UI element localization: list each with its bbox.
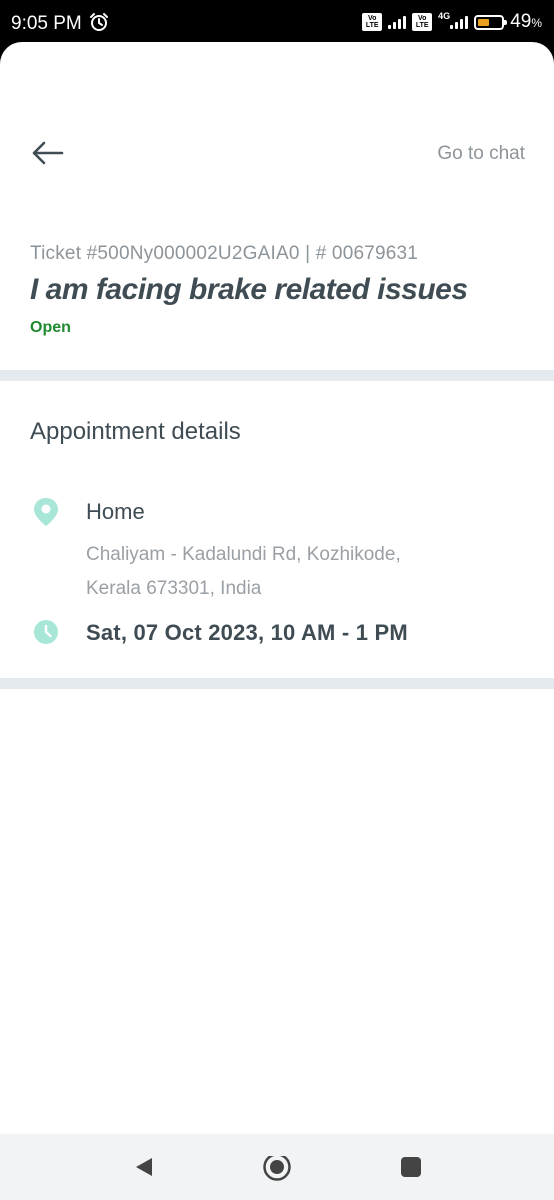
go-to-chat-link[interactable]: Go to chat	[437, 143, 525, 165]
appointment-slot: Sat, 07 Oct 2023, 10 AM - 1 PM	[86, 620, 408, 645]
battery-percent-unit: %	[531, 16, 542, 30]
alarm-icon	[90, 13, 108, 31]
signal-icon	[388, 15, 407, 29]
status-indicators: Vo LTE Vo LTE 4G 49%	[362, 10, 542, 34]
section-divider	[0, 678, 554, 689]
battery-icon	[474, 14, 508, 30]
status-time: 9:05 PM	[11, 13, 82, 34]
address-line-2: Kerala 673301, India	[86, 578, 262, 599]
location-name: Home	[86, 499, 145, 524]
ticket-id: Ticket #500Ny000002U2GAIA0 | # 00679631	[30, 243, 419, 264]
battery-level	[478, 18, 490, 26]
nav-home-icon[interactable]	[262, 1156, 292, 1186]
signal-icon	[450, 15, 469, 29]
ticket-status: Open	[30, 319, 71, 336]
system-nav-bar	[0, 1134, 554, 1200]
ticket-detail-screen: Go to chat Ticket #500Ny000002U2GAIA0 | …	[0, 42, 554, 1134]
nav-back-icon[interactable]	[133, 1156, 155, 1178]
battery-tip	[504, 19, 508, 25]
nav-recents-icon[interactable]	[400, 1156, 422, 1178]
address-line-1: Chaliyam - Kadalundi Rd, Kozhikode,	[86, 544, 401, 565]
volte-icon: Vo LTE	[362, 13, 383, 31]
status-bar: 9:05 PM Vo LTE Vo LTE 4G 49%	[0, 0, 554, 42]
location-pin-icon	[34, 498, 58, 526]
volte-icon: Vo LTE	[412, 13, 433, 31]
battery-percent-value: 49	[510, 11, 532, 32]
clock-icon	[34, 620, 58, 644]
arrow-left-icon[interactable]	[30, 135, 66, 171]
network-type: 4G	[438, 11, 451, 21]
section-divider	[0, 370, 554, 381]
ticket-title: I am facing brake related issues	[30, 273, 468, 306]
appointment-section-title: Appointment details	[30, 418, 241, 445]
battery-percent: 49%	[510, 11, 542, 33]
